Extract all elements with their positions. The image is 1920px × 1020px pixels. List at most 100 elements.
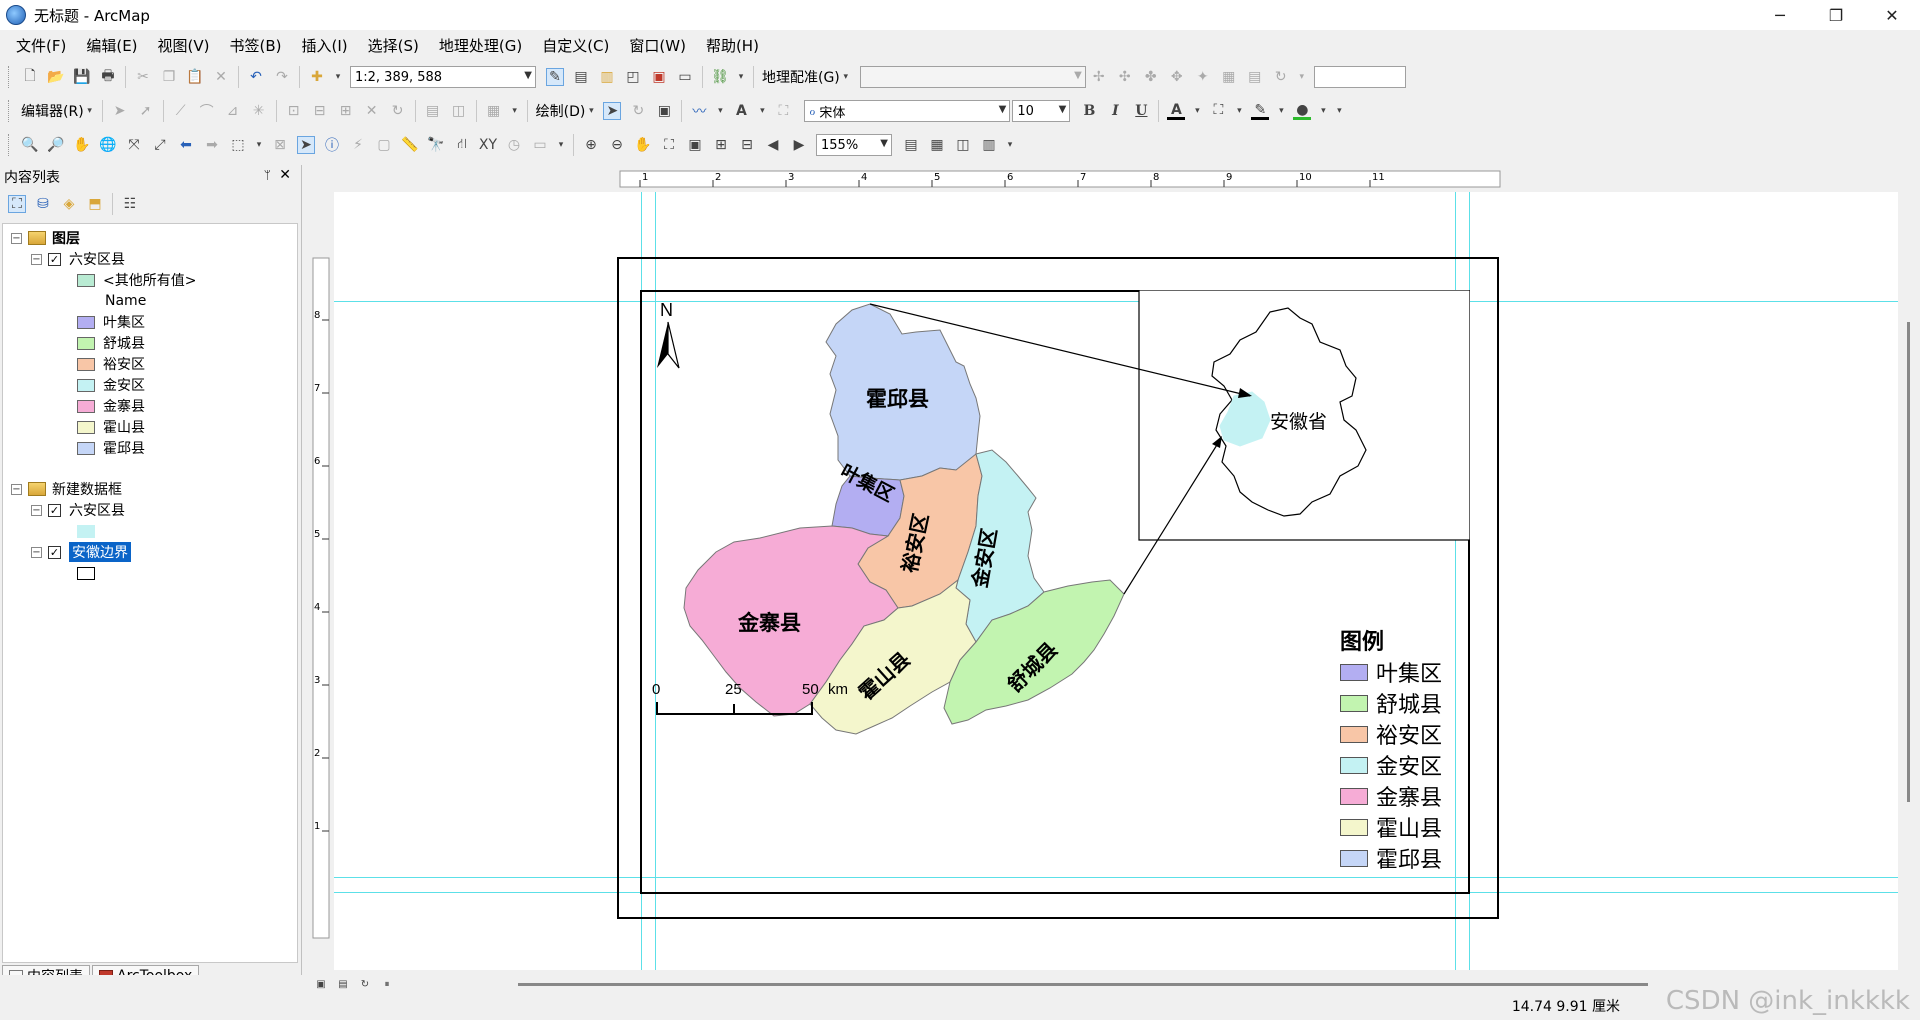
collapse-icon[interactable]: − <box>31 546 42 558</box>
editor-menu[interactable]: 编辑器(R) <box>21 101 84 121</box>
georef-input-field[interactable] <box>1313 66 1406 88</box>
rotate-feature-icon[interactable]: ↻ <box>389 102 407 120</box>
tree-class-other[interactable]: <其他所有值> <box>77 269 196 291</box>
python-window-icon[interactable]: ▭ <box>676 68 694 86</box>
tree-class-yeji[interactable]: 叶集区 <box>77 311 145 333</box>
forward-extent-page-icon[interactable]: ▶ <box>790 136 808 154</box>
toolbar-options-icon[interactable]: ▾ <box>1006 136 1014 154</box>
zoom-out-icon[interactable]: 🔎 <box>47 136 65 154</box>
tree-class-huoqiu[interactable]: 霍邱县 <box>77 437 145 459</box>
search-window-icon[interactable]: ◰ <box>624 68 642 86</box>
clear-selection-icon[interactable]: ⊠ <box>271 136 289 154</box>
horizontal-scrollbar[interactable]: ▣ ▤ ↻ ⏸ <box>310 977 1885 991</box>
menu-geoprocessing[interactable]: 地理处理(G) <box>429 35 532 56</box>
layer-visibility-checkbox[interactable]: ✓ <box>48 252 61 266</box>
georeferencing-menu[interactable]: 地理配准(G) <box>762 67 840 87</box>
refresh-view-icon[interactable]: ↻ <box>358 977 372 991</box>
back-extent-page-icon[interactable]: ◀ <box>764 136 782 154</box>
measure-icon[interactable]: 📏 <box>401 136 419 154</box>
dropdown-arrow-icon[interactable]: ▾ <box>1298 68 1306 86</box>
list-by-drawing-order-icon[interactable]: ⛶ <box>8 195 26 213</box>
menu-bookmarks[interactable]: 书签(B) <box>220 35 292 56</box>
layout-zoom-out-icon[interactable]: ⊖ <box>608 136 626 154</box>
catalog-icon[interactable]: ▥ <box>598 68 616 86</box>
create-viewer-icon[interactable]: ▭ <box>531 136 549 154</box>
refresh-icon[interactable]: ↻ <box>1272 68 1290 86</box>
layer-visibility-checkbox[interactable]: ✓ <box>48 503 61 517</box>
forward-extent-icon[interactable]: ➡ <box>203 136 221 154</box>
trace-icon[interactable]: ⊿ <box>224 102 242 120</box>
create-features-icon[interactable]: ▦ <box>485 102 503 120</box>
end-point-arc-icon[interactable]: ⌒ <box>198 102 216 120</box>
focus-data-frame-icon[interactable]: ▦ <box>928 136 946 154</box>
line-color-icon[interactable]: ✎ <box>1251 102 1270 120</box>
layout-pan-icon[interactable]: ✋ <box>634 136 652 154</box>
toggle-draft-mode-icon[interactable]: ▤ <box>902 136 920 154</box>
symbol-swatch[interactable] <box>77 524 95 538</box>
legend-item-jinzhai[interactable]: 金寨县 <box>1340 781 1442 811</box>
layout-zoom-combo[interactable]: 155% ▼ <box>816 134 892 156</box>
bold-button[interactable]: B <box>1080 102 1098 120</box>
redo-icon[interactable]: ↷ <box>273 68 291 86</box>
view-link-table-icon[interactable]: ▦ <box>1220 68 1238 86</box>
identify-icon[interactable]: ⓘ <box>323 136 341 154</box>
tree-layer-anhui-boundary[interactable]: − ✓ 安徽边界 <box>31 541 131 563</box>
symbol-swatch[interactable] <box>77 441 95 455</box>
restore-button[interactable]: ❐ <box>1808 0 1864 30</box>
time-slider-icon[interactable]: ◷ <box>505 136 523 154</box>
map-scale-combo[interactable]: 1:2, 389, 588 ▼ <box>350 66 536 88</box>
select-elements-icon[interactable]: ➤ <box>603 102 622 120</box>
symbol-swatch[interactable] <box>77 273 95 287</box>
go-to-xy-icon[interactable]: XY <box>479 136 497 154</box>
point-icon[interactable]: ✳ <box>250 102 268 120</box>
list-by-selection-icon[interactable]: ⬒ <box>86 195 104 213</box>
change-layout-icon[interactable]: ◫ <box>954 136 972 154</box>
fixed-zoom-out-icon[interactable]: ⤢ <box>151 136 169 154</box>
tree-class-yuan[interactable]: 裕安区 <box>77 353 145 375</box>
menu-selection[interactable]: 选择(S) <box>358 35 429 56</box>
tree-class-jinan[interactable]: 金安区 <box>77 374 145 396</box>
html-popup-icon[interactable]: ▢ <box>375 136 393 154</box>
pan-icon[interactable]: ✋ <box>73 136 91 154</box>
tree-class-boundary-fill[interactable] <box>77 562 103 584</box>
view-table-icon[interactable]: ▤ <box>1246 68 1264 86</box>
split-icon[interactable]: ✕ <box>363 102 381 120</box>
edit-vertices-draw-icon[interactable]: ⛶ <box>774 102 792 120</box>
edit-tool-icon[interactable]: ➤ <box>111 102 129 120</box>
menu-help[interactable]: 帮助(H) <box>696 35 769 56</box>
symbol-swatch[interactable] <box>77 315 95 329</box>
georef-layer-combo[interactable]: ▼ <box>859 66 1086 88</box>
menu-insert[interactable]: 插入(I) <box>292 35 358 56</box>
tree-layer-luan-counties[interactable]: − ✓ 六安区县 <box>31 248 125 270</box>
font-color-icon[interactable]: A <box>1167 102 1186 120</box>
tree-dataframe-layers[interactable]: − 图层 <box>11 227 80 249</box>
symbol-swatch[interactable] <box>77 336 95 350</box>
symbol-swatch[interactable] <box>77 399 95 413</box>
save-icon[interactable]: 💾 <box>73 68 91 86</box>
edit-annotation-icon[interactable]: ➚ <box>137 102 155 120</box>
zoom-to-selected-icon[interactable]: ▣ <box>655 102 673 120</box>
select-features-icon[interactable]: ⬚ <box>229 136 247 154</box>
close-icon[interactable]: ✕ <box>279 167 291 183</box>
copy-icon[interactable]: ❐ <box>160 68 178 86</box>
collapse-icon[interactable]: − <box>11 483 22 495</box>
sketch-properties-icon[interactable]: ◫ <box>450 102 468 120</box>
find-route-icon[interactable]: ⛙ <box>453 136 471 154</box>
cut-polygon-icon[interactable]: ⊞ <box>337 102 355 120</box>
toolbar-options-icon[interactable]: ▾ <box>511 102 519 120</box>
data-driven-pages-icon[interactable]: ▥ <box>980 136 998 154</box>
italic-button[interactable]: I <box>1106 102 1124 120</box>
shift-icon[interactable]: ✣ <box>1116 68 1134 86</box>
select-elements-tool-icon[interactable]: ➤ <box>297 136 315 154</box>
symbol-swatch[interactable] <box>77 378 95 392</box>
tree-class-inset-fill[interactable] <box>77 520 103 542</box>
symbol-swatch[interactable] <box>77 420 95 434</box>
auto-adjust-icon[interactable]: ✥ <box>1168 68 1186 86</box>
toolbar-options-icon[interactable]: ▾ <box>737 68 745 86</box>
vertical-scrollbar[interactable] <box>1903 192 1915 972</box>
minimize-button[interactable]: ─ <box>1752 0 1808 30</box>
collapse-icon[interactable]: − <box>31 504 42 516</box>
menu-edit[interactable]: 编辑(E) <box>76 35 147 56</box>
fixed-zoom-out-page-icon[interactable]: ⊟ <box>738 136 756 154</box>
print-icon[interactable]: 🖶 <box>99 68 117 86</box>
